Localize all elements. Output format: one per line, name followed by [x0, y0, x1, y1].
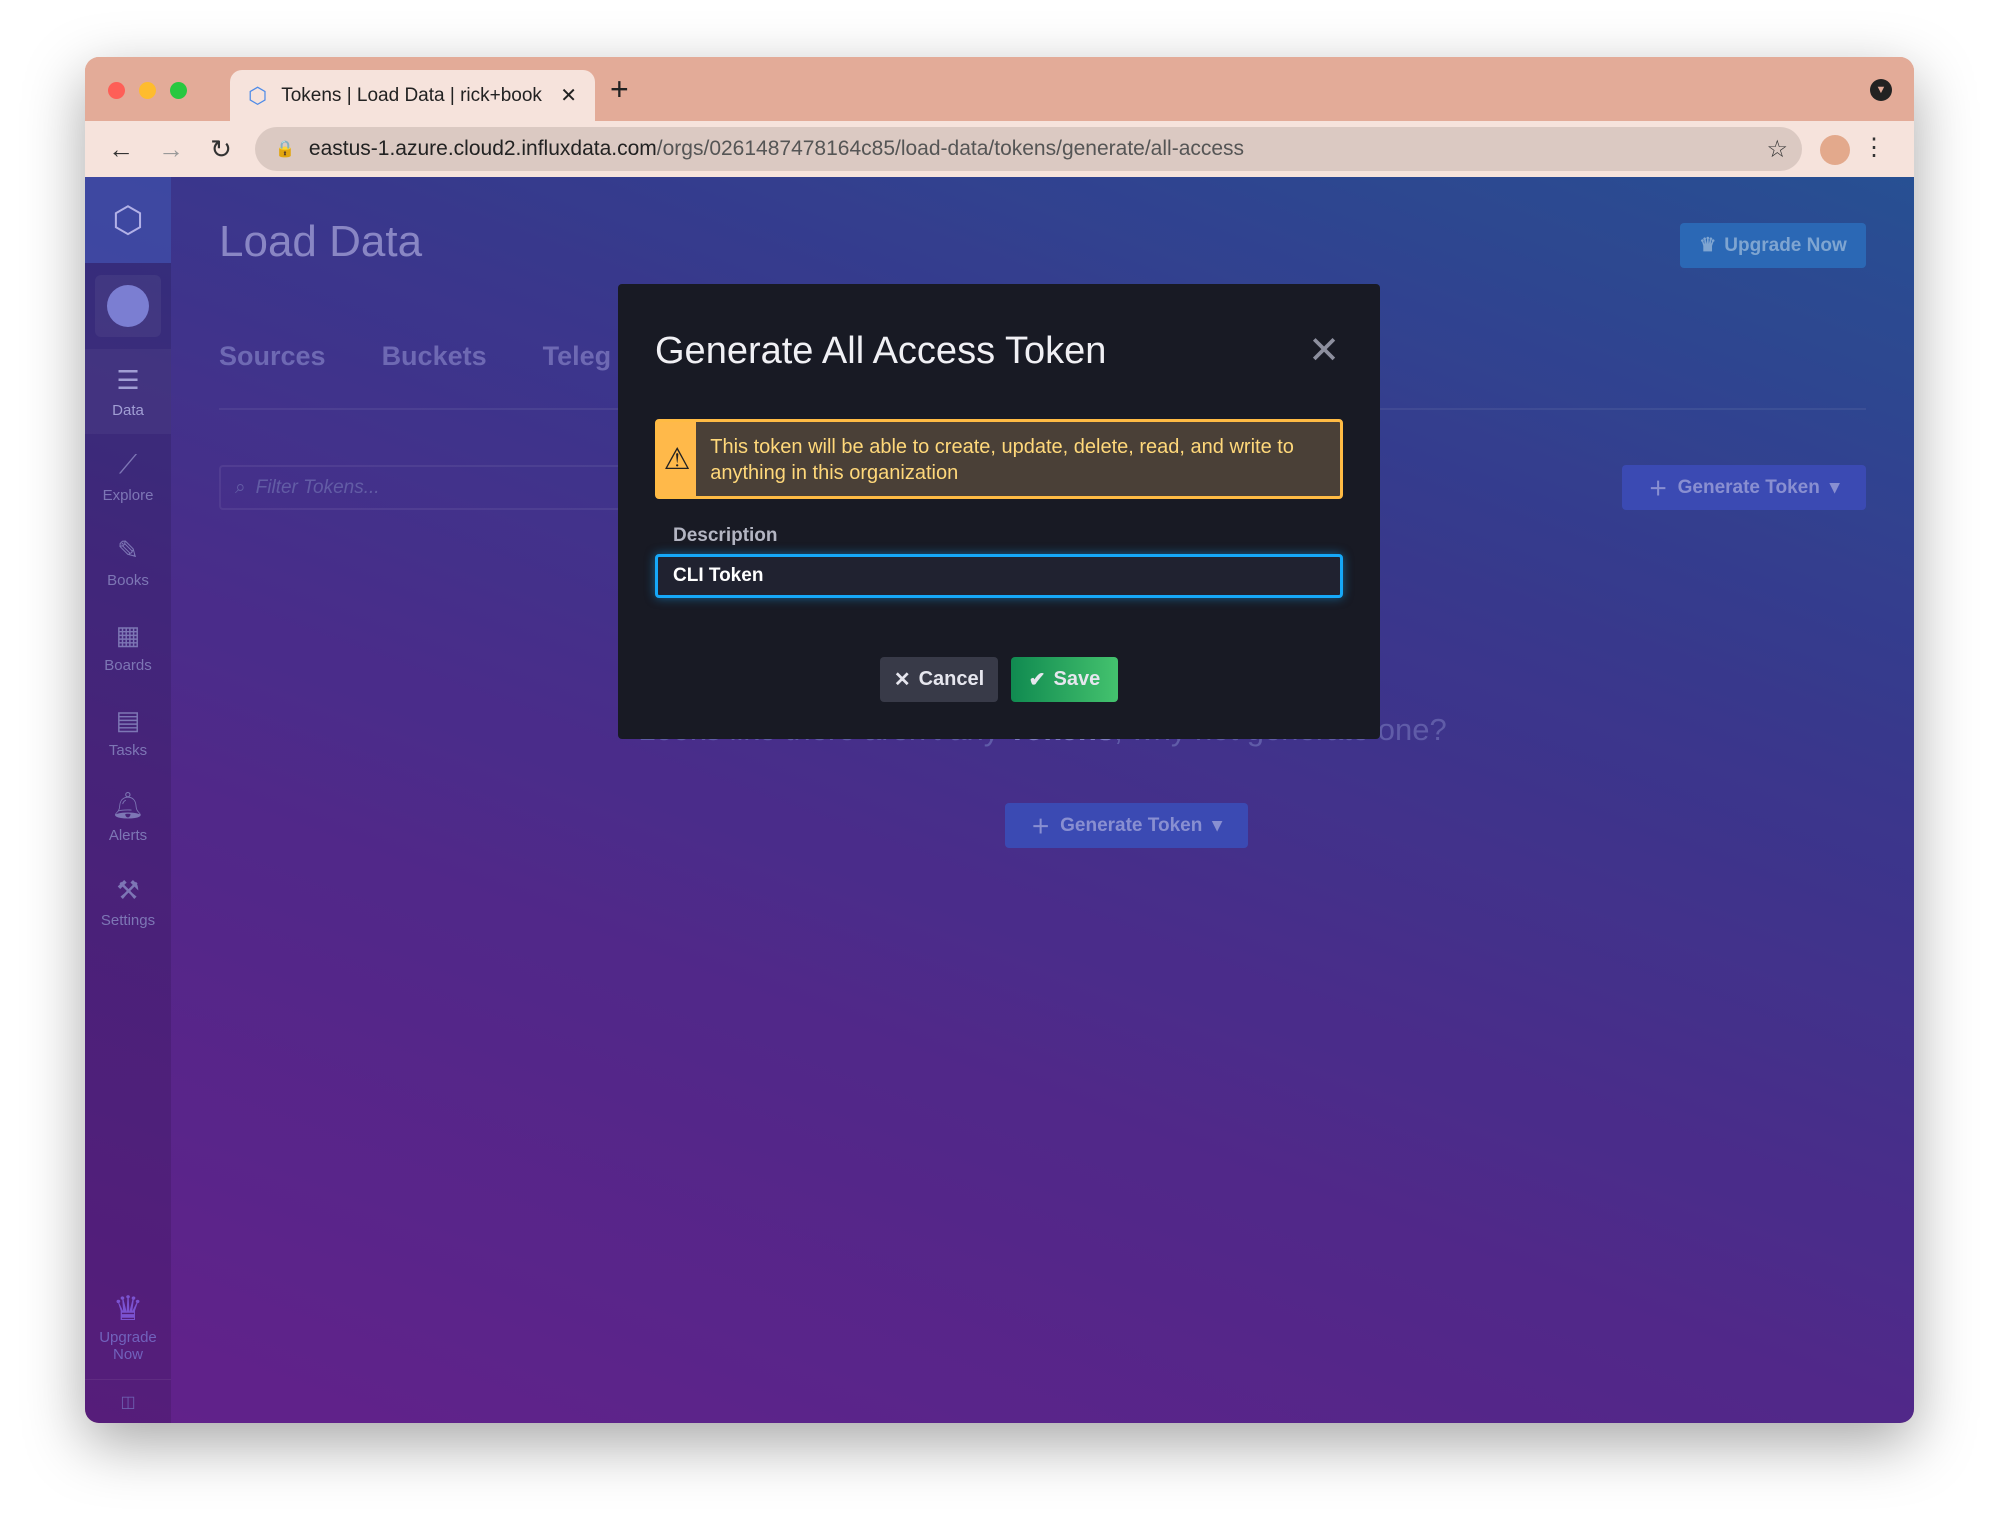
url-path: /orgs/0261487478164c85/load-data/tokens/… — [656, 137, 1245, 160]
lock-icon: 🔒 — [275, 141, 295, 158]
address-bar-row: ← → ↻ 🔒 eastus-1.azure.cloud2.influxdata… — [85, 121, 1914, 177]
checkmark-icon: ✔ — [1028, 669, 1046, 691]
maximize-window-button[interactable] — [170, 82, 187, 99]
generate-token-dialog: Generate All Access Token ✕ ⚠ This token… — [618, 284, 1380, 739]
warning-icon: ⚠ — [658, 422, 697, 496]
forward-icon[interactable]: → — [157, 134, 185, 165]
back-icon[interactable]: ← — [107, 134, 135, 165]
dialog-title: Generate All Access Token — [655, 330, 1107, 372]
cancel-button[interactable]: ✕ Cancel — [880, 657, 998, 702]
new-tab-icon[interactable]: + — [610, 71, 629, 108]
influx-app: ⬡ ☰ Data ⟋ Explore ✎ Books ▦ Boards ▤ Tasks 🔔… — [85, 177, 1914, 1423]
tab-title: Tokens | Load Data | rick+book — [281, 84, 542, 106]
tab-search-icon[interactable]: ▼ — [1870, 79, 1892, 101]
description-input[interactable] — [655, 554, 1343, 598]
save-button[interactable]: ✔ Save — [1011, 657, 1118, 702]
warning-text: This token will be able to create, updat… — [710, 436, 1294, 484]
reload-icon[interactable]: ↻ — [207, 134, 235, 165]
profile-avatar[interactable] — [1820, 135, 1850, 165]
browser-menu-icon[interactable]: ⋮ — [1862, 133, 1886, 162]
minimize-window-button[interactable] — [139, 82, 156, 99]
description-label: Description — [673, 525, 778, 546]
close-icon[interactable]: ✕ — [1308, 328, 1340, 373]
url-host: eastus-1.azure.cloud2.influxdata.com — [308, 137, 657, 160]
cancel-label: Cancel — [918, 668, 985, 690]
browser-window: ⬡ Tokens | Load Data | rick+book ✕ + ▼ ←… — [85, 57, 1914, 1423]
influx-favicon-icon: ⬡ — [248, 82, 268, 108]
save-label: Save — [1053, 668, 1101, 690]
close-icon: ✕ — [893, 669, 911, 691]
close-window-button[interactable] — [108, 82, 125, 99]
tab-bar: ⬡ Tokens | Load Data | rick+book ✕ + ▼ — [85, 57, 1914, 121]
url-field[interactable]: 🔒 eastus-1.azure.cloud2.influxdata.com/o… — [255, 127, 1802, 171]
bookmark-star-icon[interactable]: ☆ — [1766, 135, 1788, 164]
warning-banner: ⚠ This token will be able to create, upd… — [655, 419, 1343, 499]
close-tab-icon[interactable]: ✕ — [560, 83, 577, 108]
browser-tab[interactable]: ⬡ Tokens | Load Data | rick+book ✕ — [230, 70, 595, 121]
